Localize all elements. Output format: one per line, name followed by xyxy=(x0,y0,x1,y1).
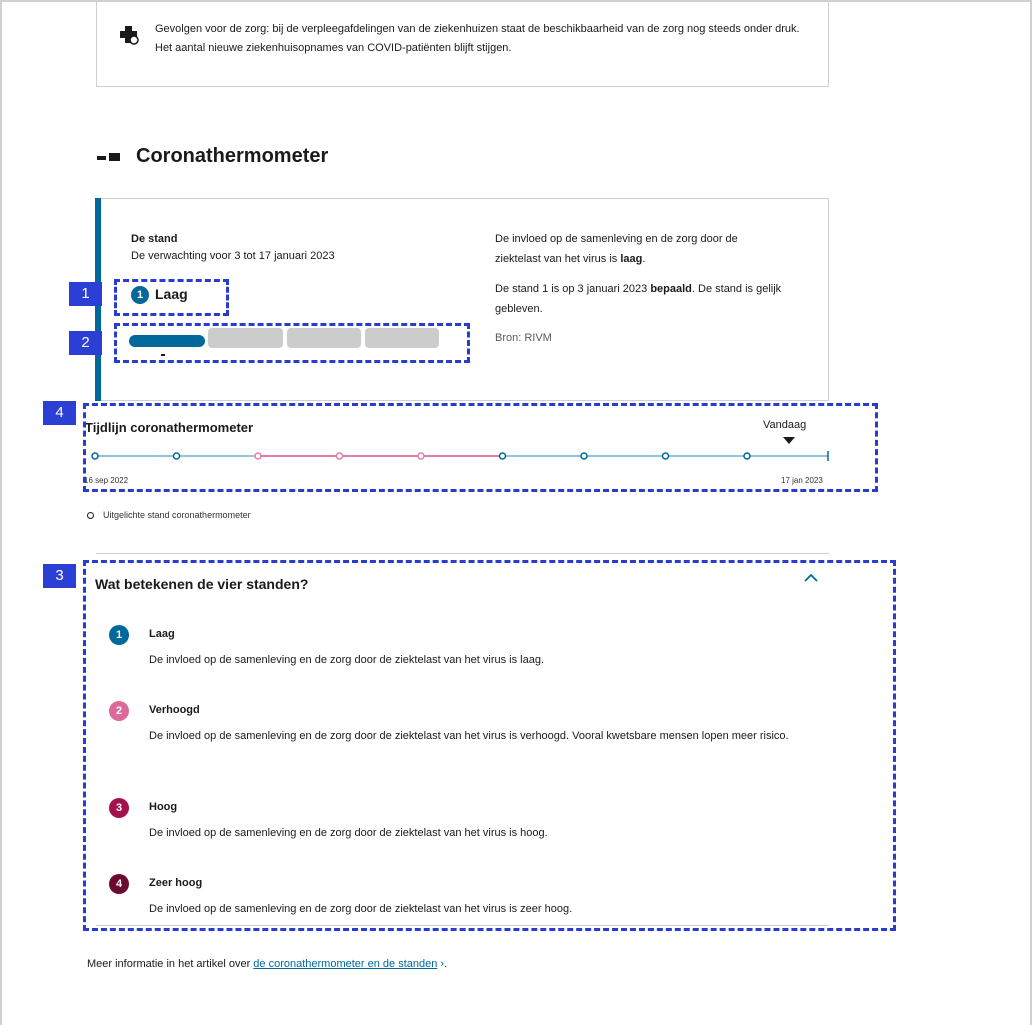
impact-text: De invloed op de samenleving en de zorg … xyxy=(495,233,738,265)
annotation-tag-1: 1 xyxy=(69,282,102,306)
stand-label: De stand xyxy=(131,233,178,245)
divider xyxy=(96,553,829,554)
notice-text: Gevolgen voor de zorg: bij de verpleegaf… xyxy=(155,23,800,54)
status-info: De invloed op de samenleving en de zorg … xyxy=(495,229,785,329)
annotation-box-3 xyxy=(83,560,896,931)
timeline-legend: Uitgelichte stand coronathermometer xyxy=(103,510,251,520)
stand-expectation: De verwachting voor 3 tot 17 januari 202… xyxy=(131,250,335,262)
thermometer-icon xyxy=(97,153,120,161)
section-title: Coronathermometer xyxy=(136,145,329,167)
hospital-cross-icon xyxy=(120,26,139,45)
more-info-link[interactable]: de coronathermometer en de standen xyxy=(253,958,437,970)
frame-left xyxy=(0,0,2,1025)
footer-text: Meer informatie in het artikel over de c… xyxy=(87,958,448,970)
legend-circle-icon xyxy=(87,512,94,519)
annotation-box-2 xyxy=(114,323,470,363)
annotation-box-4 xyxy=(83,403,878,492)
annotation-tag-2: 2 xyxy=(69,331,102,355)
source-text: Bron: RIVM xyxy=(495,332,552,344)
care-notice: Gevolgen voor de zorg: bij de verpleegaf… xyxy=(96,0,829,87)
annotation-box-1 xyxy=(114,279,229,316)
decided-text: De stand 1 is op 3 januari 2023 bepaald.… xyxy=(495,283,782,315)
annotation-tag-3: 3 xyxy=(43,564,76,588)
annotation-tag-4: 4 xyxy=(43,401,76,425)
